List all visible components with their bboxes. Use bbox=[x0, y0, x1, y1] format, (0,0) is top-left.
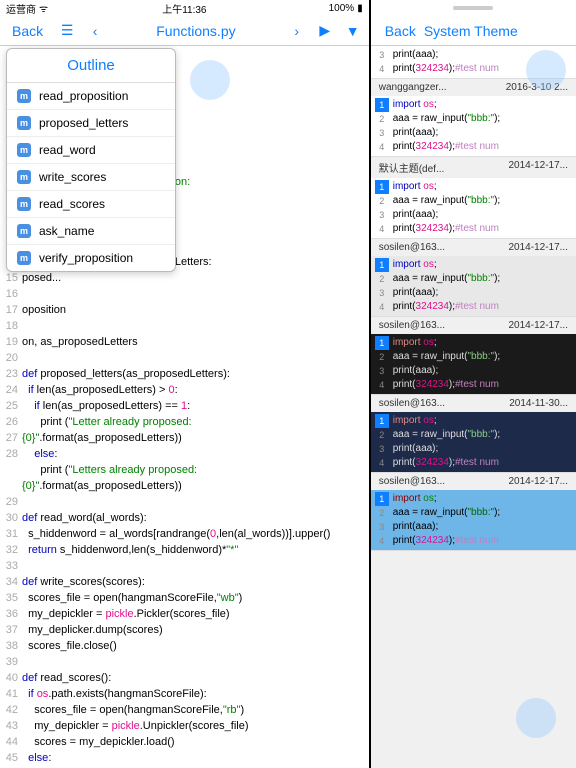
outline-popup: Outline mread_propositionmproposed_lette… bbox=[6, 48, 176, 272]
file-title: Functions.py bbox=[111, 23, 281, 39]
outline-title: Outline bbox=[7, 49, 175, 83]
theme-card[interactable]: sosilen@163...2014-11-30...1import os;2a… bbox=[371, 395, 576, 473]
code-line[interactable]: 34def write_scores(scores): bbox=[0, 574, 369, 590]
code-line[interactable]: 25 if len(as_proposedLetters) == 1: bbox=[0, 398, 369, 414]
theme-date: 2014-12-17... bbox=[509, 320, 569, 331]
outline-label: read_word bbox=[39, 143, 96, 157]
theme-date: 2014-12-17... bbox=[509, 160, 569, 175]
code-line[interactable]: 23def proposed_letters(as_proposedLetter… bbox=[0, 366, 369, 382]
next-icon[interactable]: › bbox=[285, 19, 309, 43]
outline-label: ask_name bbox=[39, 224, 94, 238]
editor-toolbar: Back ☰ ‹ Functions.py › ▶ ▼ bbox=[0, 16, 369, 46]
theme-back-button[interactable]: Back bbox=[377, 20, 424, 42]
theme-date: 2014-11-30... bbox=[509, 398, 568, 409]
back-button[interactable]: Back bbox=[4, 20, 51, 42]
editor-panel: 运营商 ᯤ 上午11:36 100% ▮ Back ☰ ‹ Functions.… bbox=[0, 0, 369, 768]
code-line[interactable]: 16 bbox=[0, 286, 369, 302]
theme-date: 2014-12-17... bbox=[509, 242, 569, 253]
theme-date: 2014-12-17... bbox=[509, 476, 569, 487]
theme-author: wanggangzer... bbox=[379, 82, 447, 93]
theme-author: 默认主题(def... bbox=[379, 160, 445, 175]
code-line[interactable]: 36 my_depickler = pickle.Pickler(scores_… bbox=[0, 606, 369, 622]
theme-title: System Theme bbox=[424, 23, 570, 39]
dropdown-icon[interactable]: ▼ bbox=[341, 19, 365, 43]
touch-hint-2 bbox=[526, 50, 566, 90]
code-line[interactable]: 40def read_scores(): bbox=[0, 670, 369, 686]
method-icon: m bbox=[17, 89, 31, 103]
method-icon: m bbox=[17, 251, 31, 265]
outline-item[interactable]: m read_word bbox=[7, 137, 175, 164]
code-line[interactable]: 39 bbox=[0, 654, 369, 670]
code-line[interactable]: 45 else: bbox=[0, 750, 369, 766]
code-line[interactable]: 44 scores = my_depickler.load() bbox=[0, 734, 369, 750]
code-line[interactable]: {0}".format(as_proposedLetters)) bbox=[0, 478, 369, 494]
code-line[interactable]: 26 print ("Letter already proposed: bbox=[0, 414, 369, 430]
code-line[interactable]: 27{0}".format(as_proposedLetters)) bbox=[0, 430, 369, 446]
code-line[interactable]: 42 scores_file = open(hangmanScoreFile,"… bbox=[0, 702, 369, 718]
prev-icon[interactable]: ‹ bbox=[83, 19, 107, 43]
theme-author: sosilen@163... bbox=[379, 242, 445, 253]
code-line[interactable]: 29 bbox=[0, 494, 369, 510]
code-line[interactable]: 35 scores_file = open(hangmanScoreFile,"… bbox=[0, 590, 369, 606]
outline-label: proposed_letters bbox=[39, 116, 128, 130]
outline-item[interactable]: m proposed_letters bbox=[7, 110, 175, 137]
code-line[interactable]: 30def read_word(al_words): bbox=[0, 510, 369, 526]
run-icon[interactable]: ▶ bbox=[313, 19, 337, 43]
outline-item[interactable]: m verify_proposition bbox=[7, 245, 175, 271]
method-icon: m bbox=[17, 116, 31, 130]
outline-label: read_proposition bbox=[39, 89, 128, 103]
theme-card[interactable]: sosilen@163...2014-12-17...1import os;2a… bbox=[371, 473, 576, 551]
code-line[interactable]: 17oposition bbox=[0, 302, 369, 318]
right-status-bar bbox=[371, 0, 576, 16]
code-line[interactable]: print ("Letters already proposed: bbox=[0, 462, 369, 478]
theme-author: sosilen@163... bbox=[379, 476, 445, 487]
outline-item[interactable]: m read_proposition bbox=[7, 83, 175, 110]
code-line[interactable]: 37 my_deplicker.dump(scores) bbox=[0, 622, 369, 638]
outline-label: read_scores bbox=[39, 197, 105, 211]
method-icon: m bbox=[17, 143, 31, 157]
theme-author: sosilen@163... bbox=[379, 320, 445, 331]
theme-toolbar: Back System Theme bbox=[371, 16, 576, 46]
code-line[interactable]: 18 bbox=[0, 318, 369, 334]
code-line[interactable]: 33 bbox=[0, 558, 369, 574]
code-line[interactable]: 20 bbox=[0, 350, 369, 366]
outline-item[interactable]: m read_scores bbox=[7, 191, 175, 218]
theme-author: sosilen@163... bbox=[379, 398, 445, 409]
theme-card[interactable]: wanggangzer...2016-3-10 2...1import os;2… bbox=[371, 79, 576, 157]
code-line[interactable]: 41 if os.path.exists(hangmanScoreFile): bbox=[0, 686, 369, 702]
theme-card[interactable]: sosilen@163...2014-12-17...1import os;2a… bbox=[371, 239, 576, 317]
method-icon: m bbox=[17, 224, 31, 238]
outline-item[interactable]: m write_scores bbox=[7, 164, 175, 191]
code-line[interactable]: 28 else: bbox=[0, 446, 369, 462]
outline-icon[interactable]: ☰ bbox=[55, 19, 79, 43]
touch-hint bbox=[190, 60, 230, 100]
code-line[interactable]: 32 return s_hiddenword,len(s_hiddenword)… bbox=[0, 542, 369, 558]
code-line[interactable]: 38 scores_file.close() bbox=[0, 638, 369, 654]
outline-label: verify_proposition bbox=[39, 251, 133, 265]
theme-list[interactable]: 3print(aaa);4print(324234);#test numwang… bbox=[371, 46, 576, 768]
carrier-label: 运营商 bbox=[6, 1, 36, 16]
wifi-icon: ᯤ bbox=[39, 1, 48, 15]
code-line[interactable]: 15posed... bbox=[0, 270, 369, 286]
theme-card[interactable]: 默认主题(def...2014-12-17...1import os;2aaa … bbox=[371, 157, 576, 239]
code-line[interactable]: 43 my_depickler = pickle.Unpickler(score… bbox=[0, 718, 369, 734]
battery-label: 100% bbox=[329, 3, 355, 14]
outline-item[interactable]: m ask_name bbox=[7, 218, 175, 245]
code-line[interactable]: 31 s_hiddenword = al_words[randrange(0,l… bbox=[0, 526, 369, 542]
status-bar: 运营商 ᯤ 上午11:36 100% ▮ bbox=[0, 0, 369, 16]
method-icon: m bbox=[17, 197, 31, 211]
theme-card[interactable]: sosilen@163...2014-12-17...1import os;2a… bbox=[371, 317, 576, 395]
code-line[interactable]: 19on, as_proposedLetters bbox=[0, 334, 369, 350]
method-icon: m bbox=[17, 170, 31, 184]
battery-icon: ▮ bbox=[357, 3, 363, 14]
theme-panel: Back System Theme 3print(aaa);4print(324… bbox=[371, 0, 576, 768]
code-line[interactable]: 24 if len(as_proposedLetters) > 0: bbox=[0, 382, 369, 398]
outline-label: write_scores bbox=[39, 170, 106, 184]
status-time: 上午11:36 bbox=[162, 1, 206, 16]
touch-hint-3 bbox=[516, 698, 556, 738]
